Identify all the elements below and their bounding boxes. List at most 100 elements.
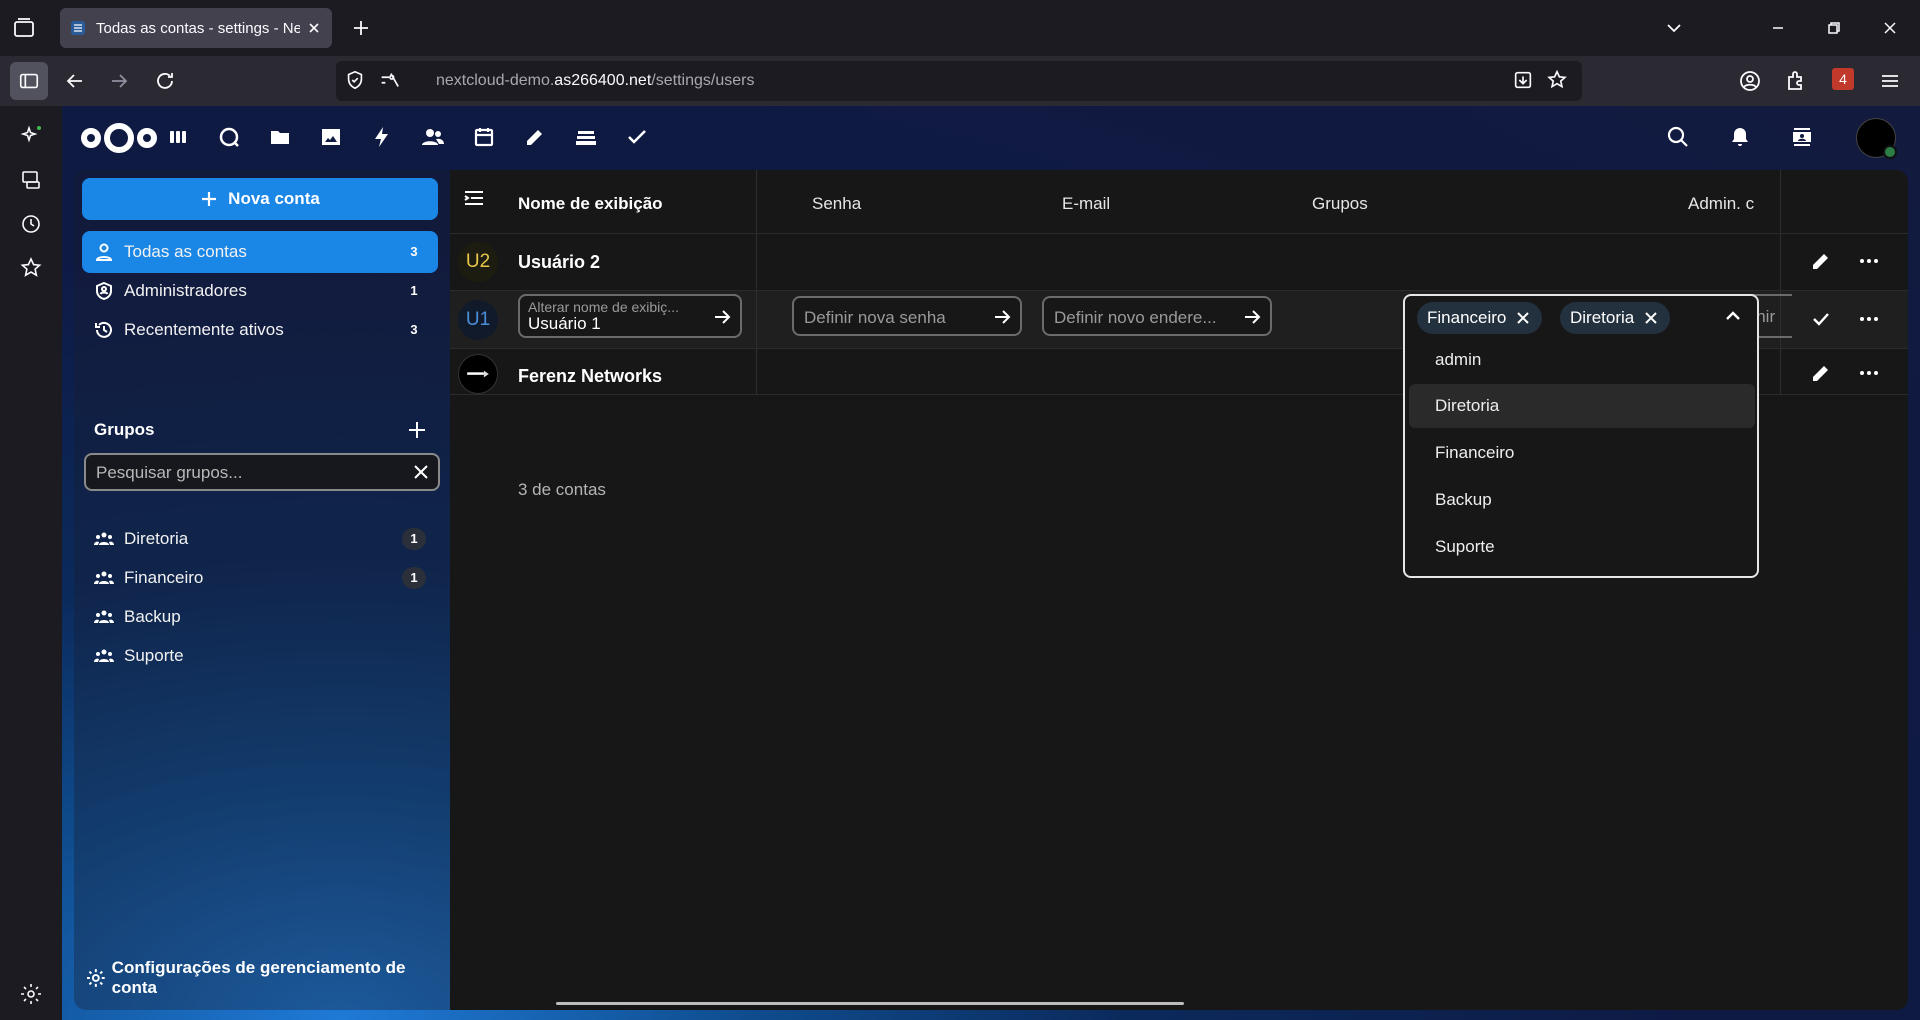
url-text[interactable]: nextcloud-demo.as266400.net/settings/use… [436,72,754,90]
tasks-check-icon[interactable] [625,125,649,149]
bookmarks-star-icon[interactable] [19,256,43,280]
tab-list-icon[interactable] [12,16,36,40]
header-search-icon[interactable] [1666,125,1690,149]
url-bar[interactable]: nextcloud-demo.as266400.net/settings/use… [336,61,1582,101]
submit-arrow-icon[interactable] [992,307,1012,327]
avatar [458,354,498,394]
minimize-icon[interactable] [1766,16,1790,40]
forward-icon[interactable] [107,69,131,93]
submit-arrow-icon[interactable] [712,307,732,327]
group-icon [94,649,114,662]
accounts-count: 3 de contas [518,480,606,499]
group-option[interactable]: admin [1409,338,1755,382]
tracking-shield-icon[interactable] [344,69,368,93]
browser-navbar: nextcloud-demo.as266400.net/settings/use… [0,56,1920,106]
chevron-up-icon[interactable] [1723,306,1743,326]
customize-sidebar-gear-icon[interactable] [19,982,43,1006]
extension-badge[interactable]: 4 [1832,68,1854,90]
more-actions-icon[interactable] [1858,250,1880,272]
back-icon[interactable] [63,69,87,93]
new-account-button[interactable]: Nova conta [82,178,438,220]
remove-chip-icon[interactable] [1514,309,1532,327]
password-field[interactable]: Definir nova senha [792,296,1022,336]
settings-label: Configurações de gerenciamento de conta [111,958,406,997]
deck-icon[interactable] [574,125,598,149]
bookmark-star-icon[interactable] [1546,69,1570,93]
group-label: Suporte [124,646,184,665]
sidebar-toggle-icon[interactable] [10,62,48,100]
contacts-menu-icon[interactable] [1790,125,1814,149]
nav-item-recent[interactable]: Recentemente ativos 3 [82,309,438,351]
group-search-input[interactable] [96,461,386,485]
ai-sparkle-icon[interactable] [19,124,43,148]
toggle-navigation-icon[interactable] [462,186,486,210]
groups-multiselect[interactable]: Financeiro Diretoria admin Diretoria Fin… [1403,294,1759,578]
remove-chip-icon[interactable] [1642,309,1660,327]
submit-arrow-icon[interactable] [1242,307,1262,327]
plus-icon [202,192,217,206]
group-option[interactable]: Backup [1409,478,1755,522]
close-window-icon[interactable] [1878,16,1902,40]
extensions-icon[interactable] [1784,69,1808,93]
tab-overflow-chevron-icon[interactable] [1662,16,1686,40]
edit-pencil-icon[interactable] [1810,362,1832,384]
group-option[interactable]: Financeiro [1409,431,1755,475]
calendar-icon[interactable] [472,125,496,149]
nav-item-admins[interactable]: Administradores 1 [82,270,438,312]
notifications-bell-icon[interactable] [1728,125,1752,149]
reload-icon[interactable] [153,69,177,93]
notes-pencil-icon[interactable] [523,125,547,149]
nextcloud-logo-icon[interactable] [80,120,158,156]
nav-item-label: Todas as contas [124,242,247,261]
group-label: Financeiro [124,568,204,587]
group-chip-diretoria[interactable]: Diretoria [1560,302,1671,334]
accounts-table: Nome de exibição Senha E-mail Grupos Adm… [450,170,1908,1010]
settings-favicon-icon [70,20,86,36]
group-item-backup[interactable]: Backup [82,596,438,638]
group-chip-financeiro[interactable]: Financeiro [1417,302,1543,334]
save-to-pocket-icon[interactable] [1512,69,1536,93]
display-name-value: Usuário 1 [528,314,601,333]
account-settings-link[interactable]: Configurações de gerenciamento de conta [86,958,450,998]
menu-hamburger-icon[interactable] [1878,69,1902,93]
group-item-suporte[interactable]: Suporte [82,635,438,677]
new-tab-icon[interactable] [349,16,373,40]
group-option[interactable]: Suporte [1409,525,1755,569]
synced-tabs-icon[interactable] [19,168,43,192]
row-divider [450,233,1908,234]
nav-item-all-accounts[interactable]: Todas as contas 3 [82,231,438,273]
unified-search-app-icon[interactable] [217,125,241,149]
group-item-diretoria[interactable]: Diretoria 1 [82,518,438,560]
nextcloud-header [62,106,1920,168]
activity-icon[interactable] [370,125,394,149]
count-badge: 1 [402,567,426,589]
horizontal-scrollbar[interactable] [556,1002,1184,1005]
group-search-field[interactable] [84,453,440,491]
files-icon[interactable] [268,125,292,149]
user-avatar[interactable] [1856,118,1897,159]
browser-tab-strip: Todas as contas - settings - Nextcloud [0,0,1920,56]
group-item-financeiro[interactable]: Financeiro 1 [82,557,438,599]
account-icon[interactable] [1738,69,1762,93]
contacts-icon[interactable] [421,125,445,149]
count-badge: 3 [410,244,418,259]
restore-icon[interactable] [1822,16,1846,40]
clear-search-icon[interactable] [412,463,430,481]
url-domain: as266400.net [554,72,652,89]
photos-icon[interactable] [319,125,343,149]
browser-tab[interactable]: Todas as contas - settings - Nextcloud [60,8,332,48]
history-icon[interactable] [19,212,43,236]
group-label: Diretoria [124,529,189,548]
column-header-display-name[interactable]: Nome de exibição [518,194,663,214]
more-actions-icon[interactable] [1858,308,1880,330]
add-group-plus-icon[interactable] [407,420,427,440]
dashboard-icon[interactable] [166,125,190,149]
edit-pencil-icon[interactable] [1810,250,1832,272]
done-check-icon[interactable] [1810,308,1832,330]
email-field[interactable]: Definir novo endere... [1042,296,1272,336]
more-actions-icon[interactable] [1858,362,1880,384]
permissions-icon[interactable] [378,69,402,93]
close-tab-icon[interactable] [306,20,322,36]
display-name-field[interactable]: Alterar nome de exibiç... Usuário 1 [518,294,742,338]
group-option[interactable]: Diretoria [1409,384,1755,428]
